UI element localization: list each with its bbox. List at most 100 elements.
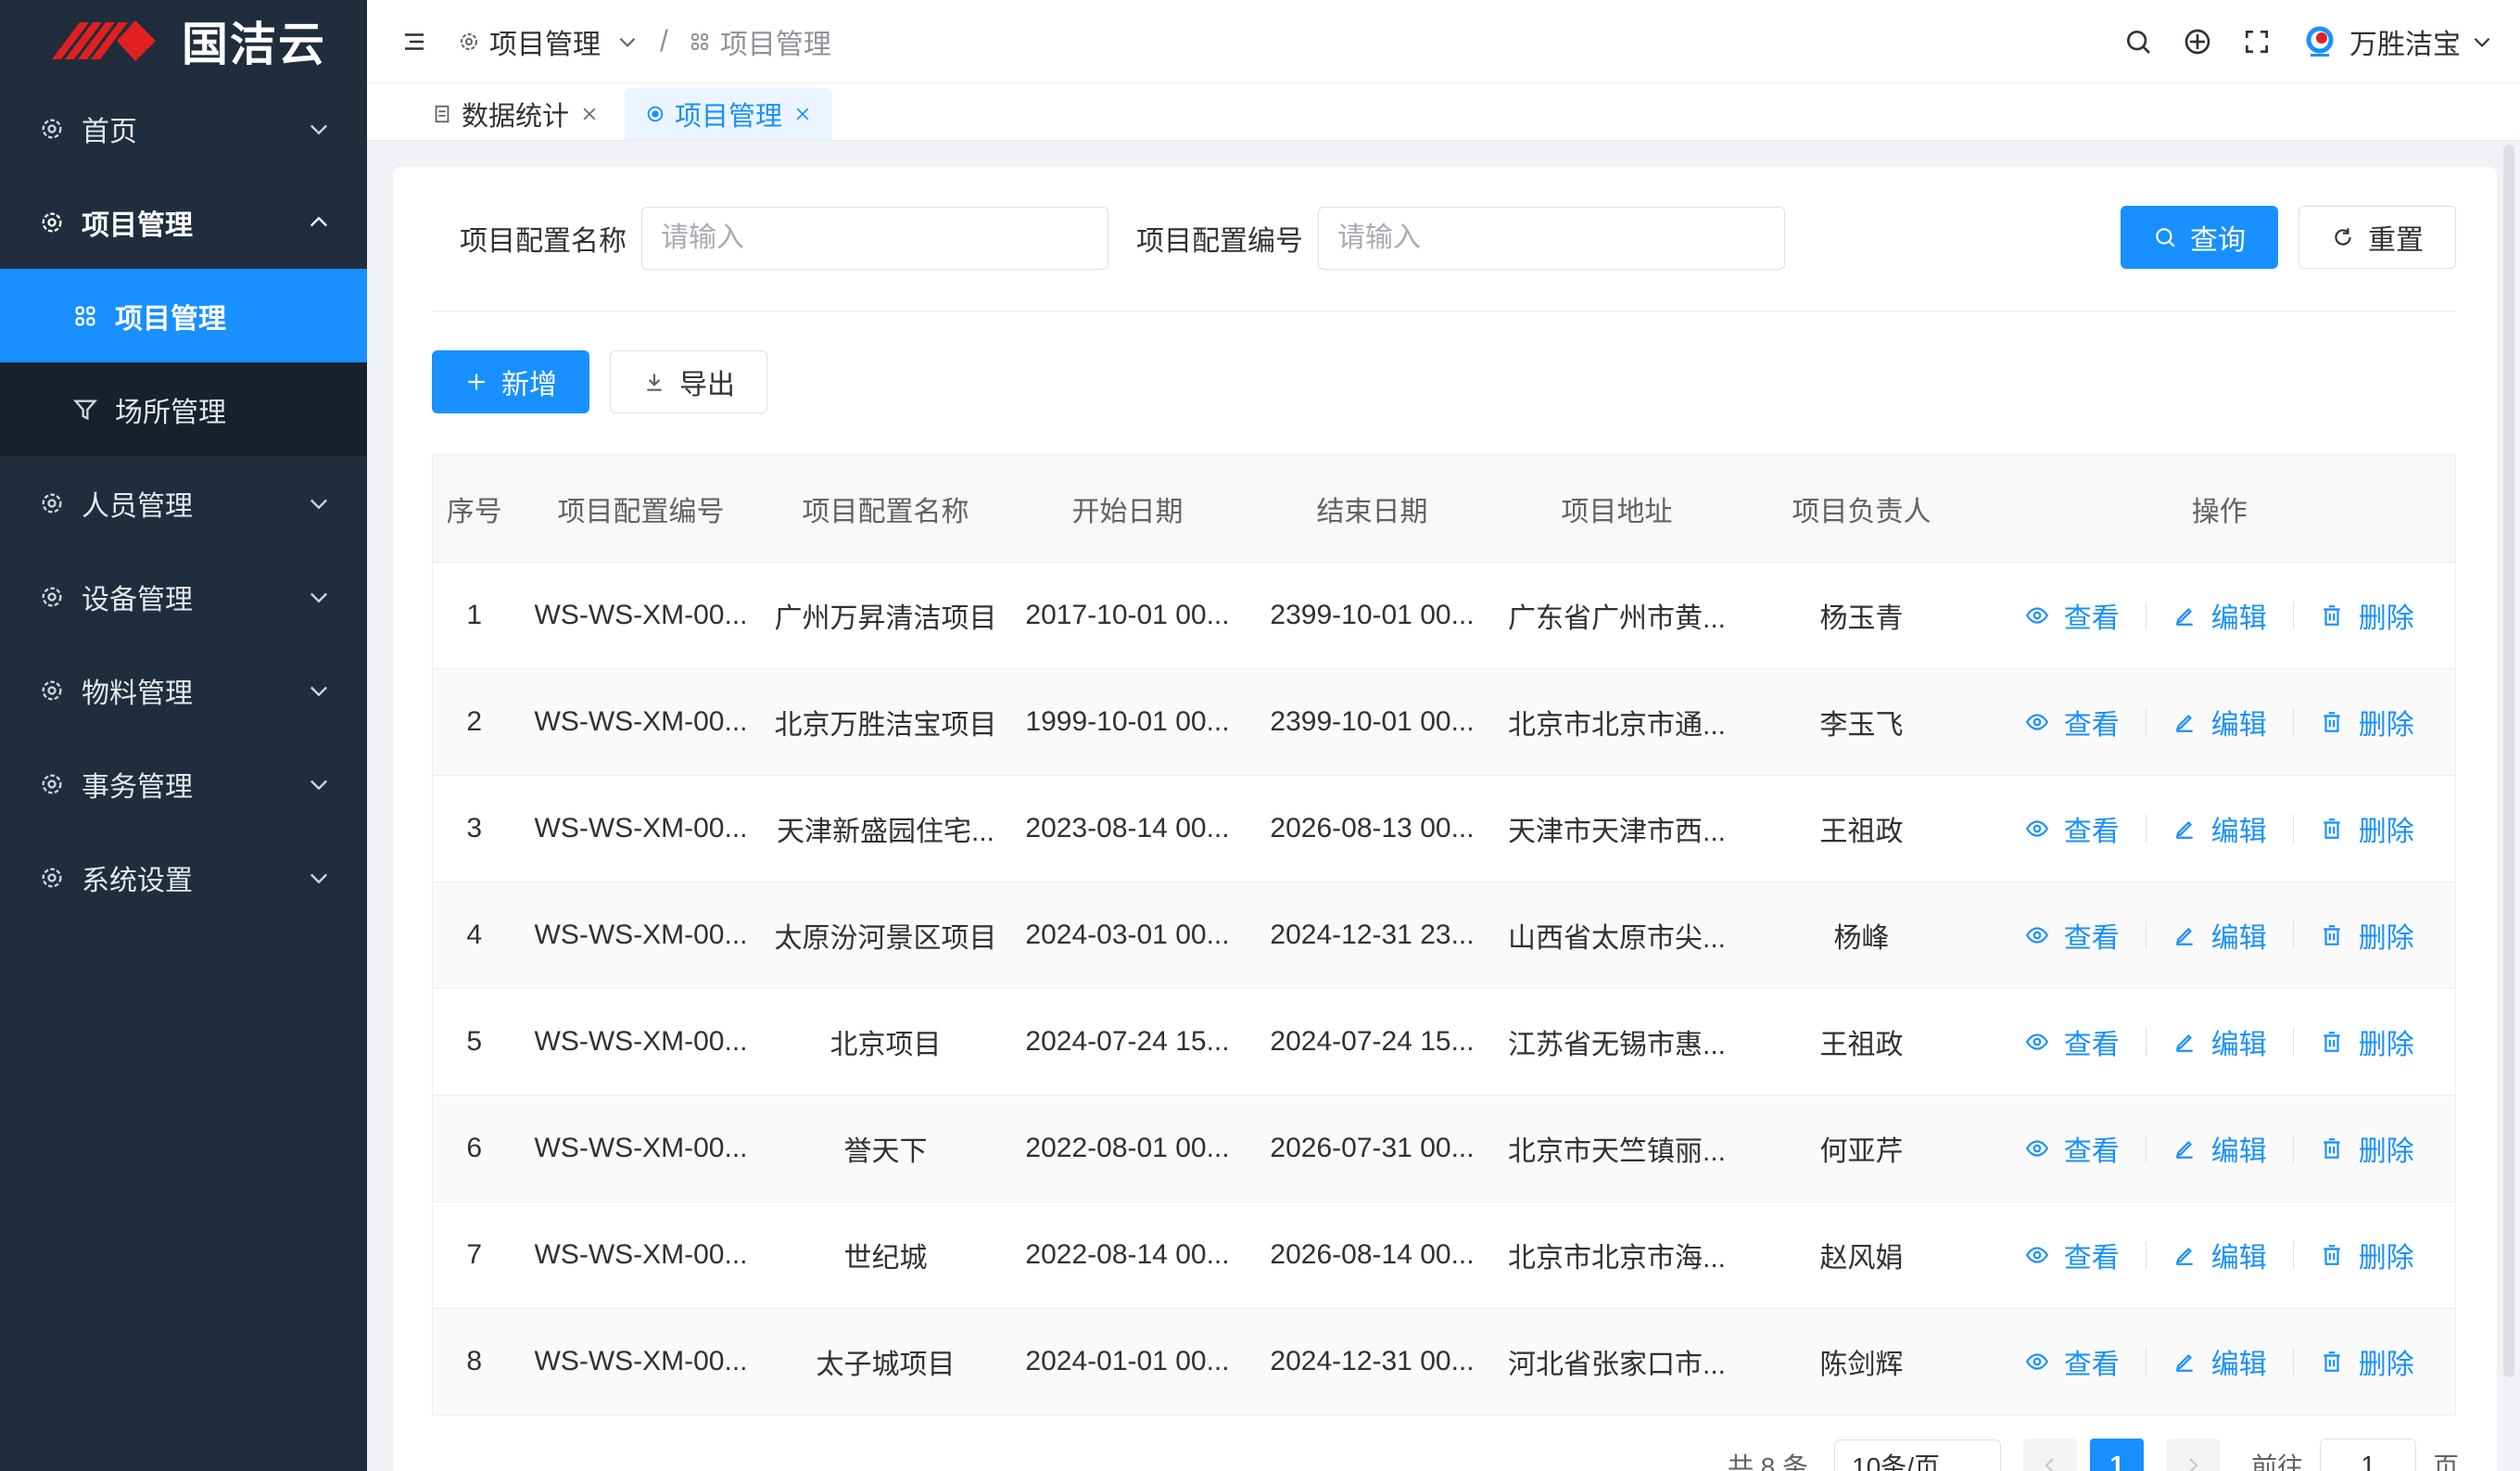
view-button[interactable]: 查看 [2025,1235,2120,1275]
delete-button[interactable]: 删除 [2320,1021,2414,1062]
sidebar-item-home[interactable]: 首页 [0,82,367,175]
query-label: 查询 [2190,225,2246,256]
search-label-name: 项目配置名称 [460,226,627,257]
table-cell-index: 7 [432,1201,516,1309]
header-actions: 万胜洁宝 [2123,0,2494,83]
pagination: 共 8 条 10条/页 1 前往 1 页 [1728,1439,2459,1471]
tab-label: 数据统计 [462,102,570,132]
column-header: 项目地址 [1494,454,1740,563]
table-cell-code: WS-WS-XM-00... [515,775,766,882]
chevron-down-icon [306,584,332,610]
tabs-bar: 数据统计 项目管理 [367,83,2520,141]
edit-button[interactable]: 编辑 [2172,1235,2267,1275]
view-button[interactable]: 查看 [2025,1341,2120,1382]
chevron-down-icon [2470,30,2494,54]
breadcrumb-item-project[interactable]: 项目管理 [458,21,639,62]
table-cell-start: 2022-08-01 00... [1005,1095,1250,1202]
delete-button[interactable]: 删除 [2320,1341,2414,1382]
delete-button[interactable]: 删除 [2320,915,2414,956]
sidebar-item-materials[interactable]: 物料管理 [0,643,367,737]
table-cell-address: 江苏省无锡市惠... [1494,988,1740,1096]
edit-icon [2172,923,2197,947]
page-number-current[interactable]: 1 [2090,1439,2145,1471]
chevron-down-icon [306,116,332,142]
sidebar-item-affairs[interactable]: 事务管理 [0,737,367,831]
delete-label: 删除 [2358,923,2414,954]
table-cell-index: 4 [432,881,516,989]
view-button[interactable]: 查看 [2025,915,2120,956]
edit-icon [2172,603,2197,628]
page-size-select[interactable]: 10条/页 [1834,1439,2002,1471]
view-button[interactable]: 查看 [2025,595,2120,636]
project-code-input[interactable] [1318,207,1785,270]
breadcrumb-item-current: 项目管理 [689,21,831,62]
next-page-button[interactable] [2166,1439,2221,1471]
delete-button[interactable]: 删除 [2320,1235,2414,1275]
view-label: 查看 [2063,1136,2120,1167]
fullscreen-icon[interactable] [2242,27,2272,57]
chevron-down-icon [306,865,332,891]
table-cell-end: 2026-08-13 00... [1249,775,1495,882]
delete-button[interactable]: 删除 [2320,1128,2414,1169]
language-icon[interactable] [2183,27,2212,57]
close-icon[interactable] [580,105,599,123]
edit-button[interactable]: 编辑 [2172,1021,2267,1062]
table-cell-address: 北京市天竺镇丽... [1494,1095,1740,1202]
tab-data-statistics[interactable]: 数据统计 [412,88,619,140]
edit-button[interactable]: 编辑 [2172,808,2267,849]
search-icon[interactable] [2123,27,2153,57]
reset-button[interactable]: 重置 [2298,206,2456,269]
table-cell-manager: 杨峰 [1739,881,1984,989]
action-separator [2292,1028,2294,1056]
project-name-input[interactable] [641,207,1108,270]
query-button[interactable]: 查询 [2121,206,2278,269]
vertical-scrollbar[interactable] [2503,145,2514,1377]
sidebar-item-project-management[interactable]: 项目管理 [0,175,367,269]
view-button[interactable]: 查看 [2025,1021,2120,1062]
table-cell-end: 2399-10-01 00... [1249,562,1495,669]
view-label: 查看 [2063,603,2120,634]
view-button[interactable]: 查看 [2025,1128,2120,1169]
edit-button[interactable]: 编辑 [2172,702,2267,742]
sidebar-subitem-project-management[interactable]: 项目管理 [0,269,367,362]
sidebar-subitem-venue-management[interactable]: 场所管理 [0,362,367,456]
trash-icon [2320,710,2344,734]
add-button[interactable]: 新增 [432,350,589,413]
table-cell-actions: 查看 编辑 删除 [1983,668,2456,776]
hamburger-menu-icon[interactable] [400,28,428,56]
sidebar-item-label: 设备管理 [82,584,193,615]
edit-icon [2172,1030,2197,1054]
view-button[interactable]: 查看 [2025,702,2120,742]
delete-button[interactable]: 删除 [2320,595,2414,636]
user-menu[interactable]: 万胜洁宝 [2301,21,2494,62]
page-size-value: 10条/页 [1852,1452,1941,1471]
table-cell-index: 3 [432,775,516,882]
table-cell-end: 2399-10-01 00... [1249,668,1495,776]
column-header: 开始日期 [1005,454,1250,563]
table-row: 8 WS-WS-XM-00... 太子城项目 2024-01-01 00... 2024… [432,1308,2456,1415]
sidebar-item-system-settings[interactable]: 系统设置 [0,831,367,924]
export-button[interactable]: 导出 [610,350,767,413]
action-separator [2292,815,2294,843]
close-icon[interactable] [793,105,812,123]
goto-label: 前往 [2251,1452,2304,1471]
sidebar-item-personnel[interactable]: 人员管理 [0,456,367,550]
prev-page-button[interactable] [2023,1439,2078,1471]
delete-button[interactable]: 删除 [2320,808,2414,849]
delete-button[interactable]: 删除 [2320,702,2414,742]
edit-button[interactable]: 编辑 [2172,1341,2267,1382]
row-actions: 查看 编辑 删除 [1984,702,2456,742]
sidebar-subitem-label: 场所管理 [115,397,226,428]
tab-project-management[interactable]: 项目管理 [625,88,833,140]
goto-page-input[interactable]: 1 [2320,1439,2417,1471]
search-icon [2153,225,2177,249]
edit-button[interactable]: 编辑 [2172,595,2267,636]
row-actions: 查看 编辑 删除 [1984,1341,2456,1382]
view-button[interactable]: 查看 [2025,808,2120,849]
sidebar-item-equipment[interactable]: 设备管理 [0,550,367,643]
edit-button[interactable]: 编辑 [2172,915,2267,956]
sidebar-item-label: 物料管理 [82,678,193,709]
table-cell-name: 世纪城 [766,1201,1006,1309]
view-label: 查看 [2063,1243,2120,1274]
edit-button[interactable]: 编辑 [2172,1128,2267,1169]
